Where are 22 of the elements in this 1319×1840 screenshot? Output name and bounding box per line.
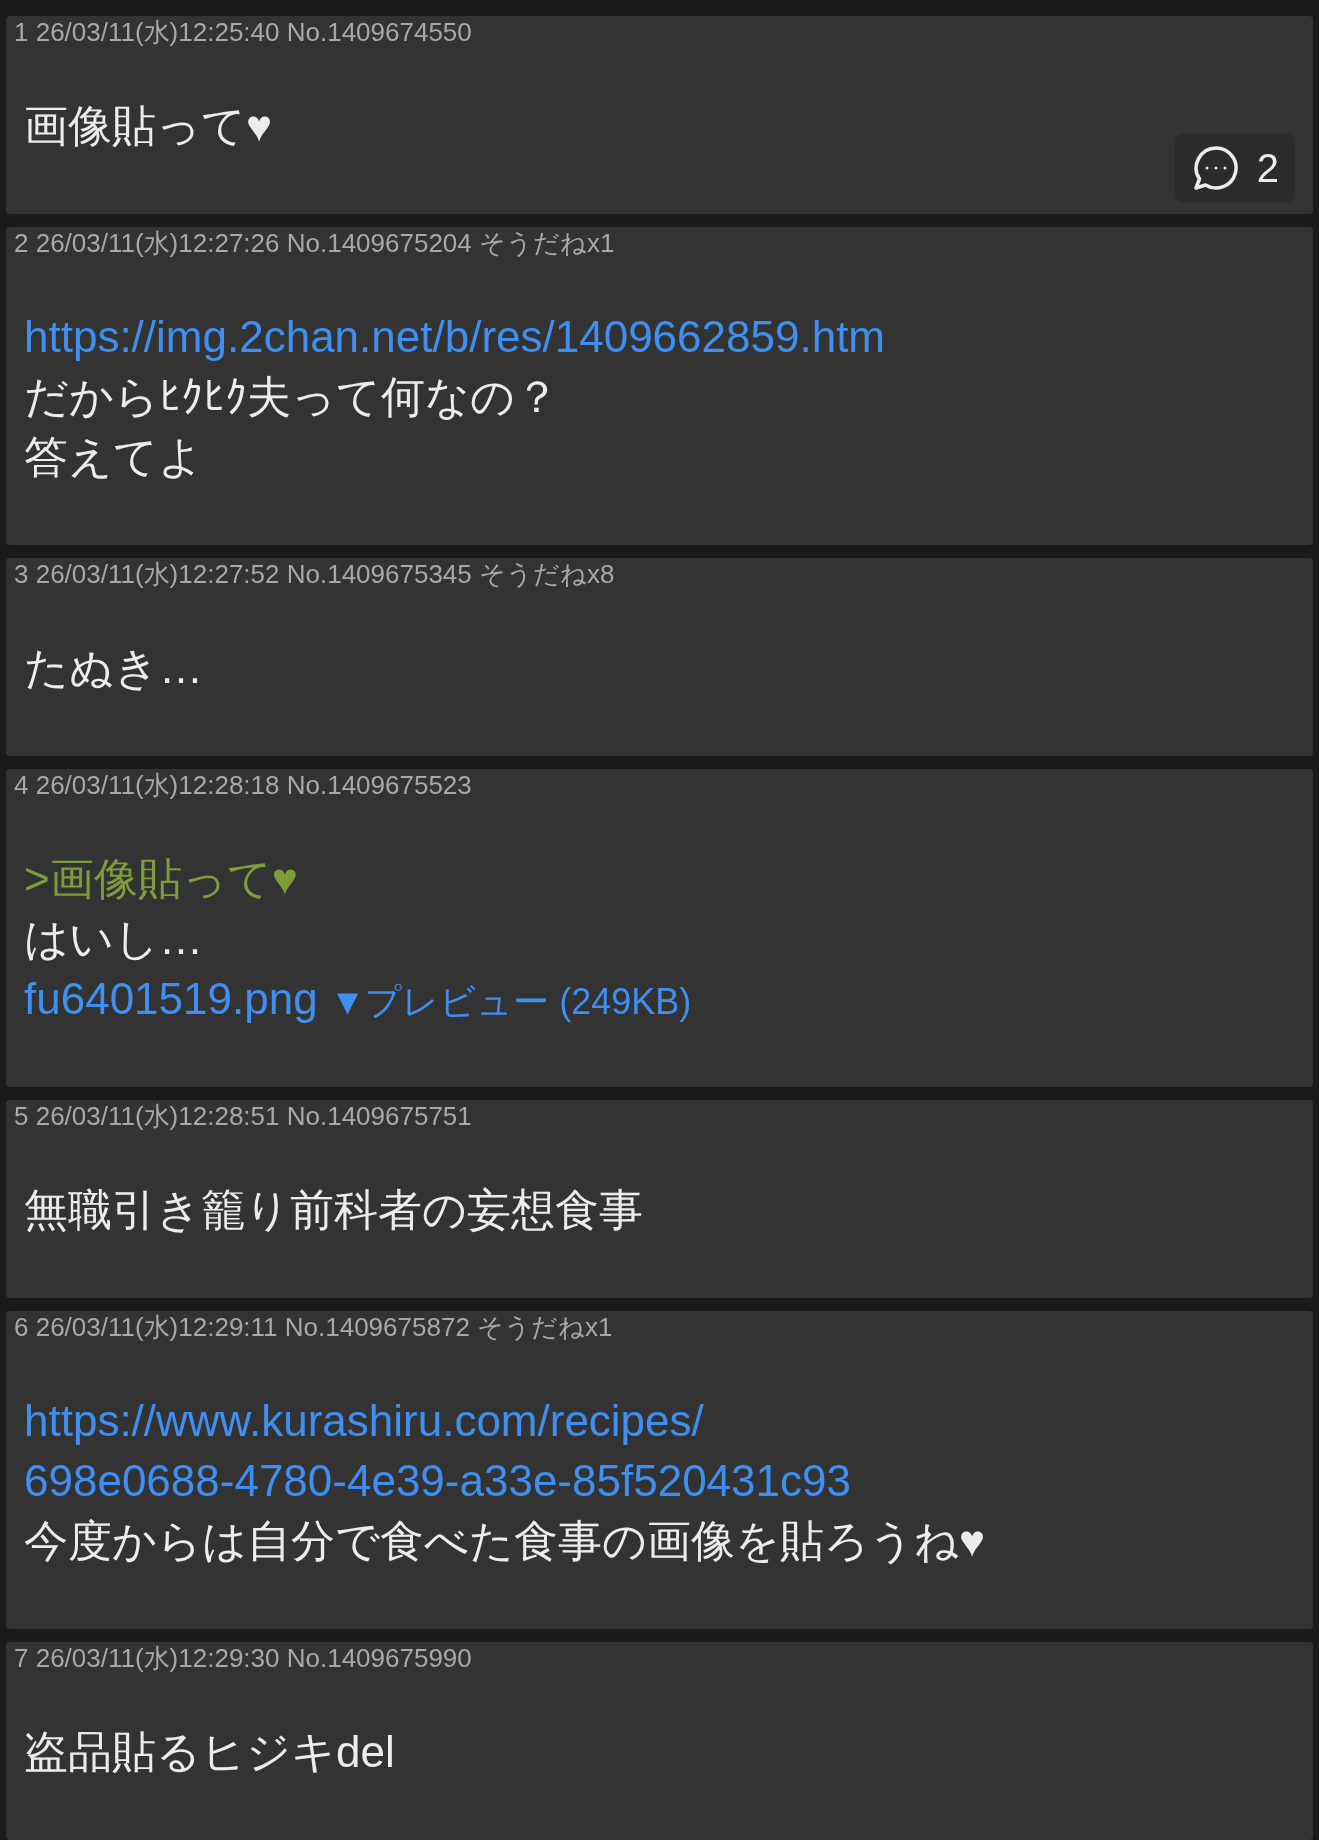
post-header: 1 26/03/11(水)12:25:40 No.1409674550 bbox=[14, 16, 472, 48]
post-text: 盗品貼るヒジキdel bbox=[24, 1726, 395, 1778]
post-text: たぬき… bbox=[24, 642, 203, 694]
post-text: だからﾋｸﾋｸ夫って何なの？ bbox=[24, 371, 559, 423]
link[interactable]: 698e0688-4780-4e39-a33e-85f520431c93 bbox=[24, 1456, 851, 1505]
reply-count-button[interactable]: 2 bbox=[1174, 134, 1295, 202]
link[interactable]: https://img.2chan.net/b/res/1409662859.htm bbox=[24, 312, 885, 361]
post-text: 今度からは自分で食べた食事の画像を貼ろうね♥ bbox=[24, 1515, 986, 1567]
post-text: 答えてよ bbox=[24, 431, 203, 483]
post-header: 5 26/03/11(水)12:28:51 No.1409675751 bbox=[14, 1100, 472, 1132]
post-header: 7 26/03/11(水)12:29:30 No.1409675990 bbox=[14, 1642, 472, 1674]
file-link[interactable]: fu6401519.png bbox=[24, 969, 318, 1029]
post-text: 画像貼って♥ bbox=[24, 100, 273, 152]
link[interactable]: https://www.kurashiru.com/recipes/ bbox=[24, 1396, 704, 1445]
post-header: 4 26/03/11(水)12:28:18 No.1409675523 bbox=[14, 769, 472, 801]
post-text: 無職引き籠り前科者の妄想食事 bbox=[24, 1184, 643, 1236]
post-header: 6 26/03/11(水)12:29:11 No.1409675872 そうだねx1 bbox=[14, 1311, 613, 1343]
post-header: 3 26/03/11(水)12:27:52 No.1409675345 そうだねx8 bbox=[14, 558, 615, 590]
post-header: 2 26/03/11(水)12:27:26 No.1409675204 そうだねx1 bbox=[14, 227, 615, 259]
post-text: はいし… bbox=[24, 913, 203, 965]
quote-text: >画像貼って♥ bbox=[24, 853, 298, 905]
preview-link[interactable]: ▼プレビュー (249KB) bbox=[329, 972, 692, 1032]
